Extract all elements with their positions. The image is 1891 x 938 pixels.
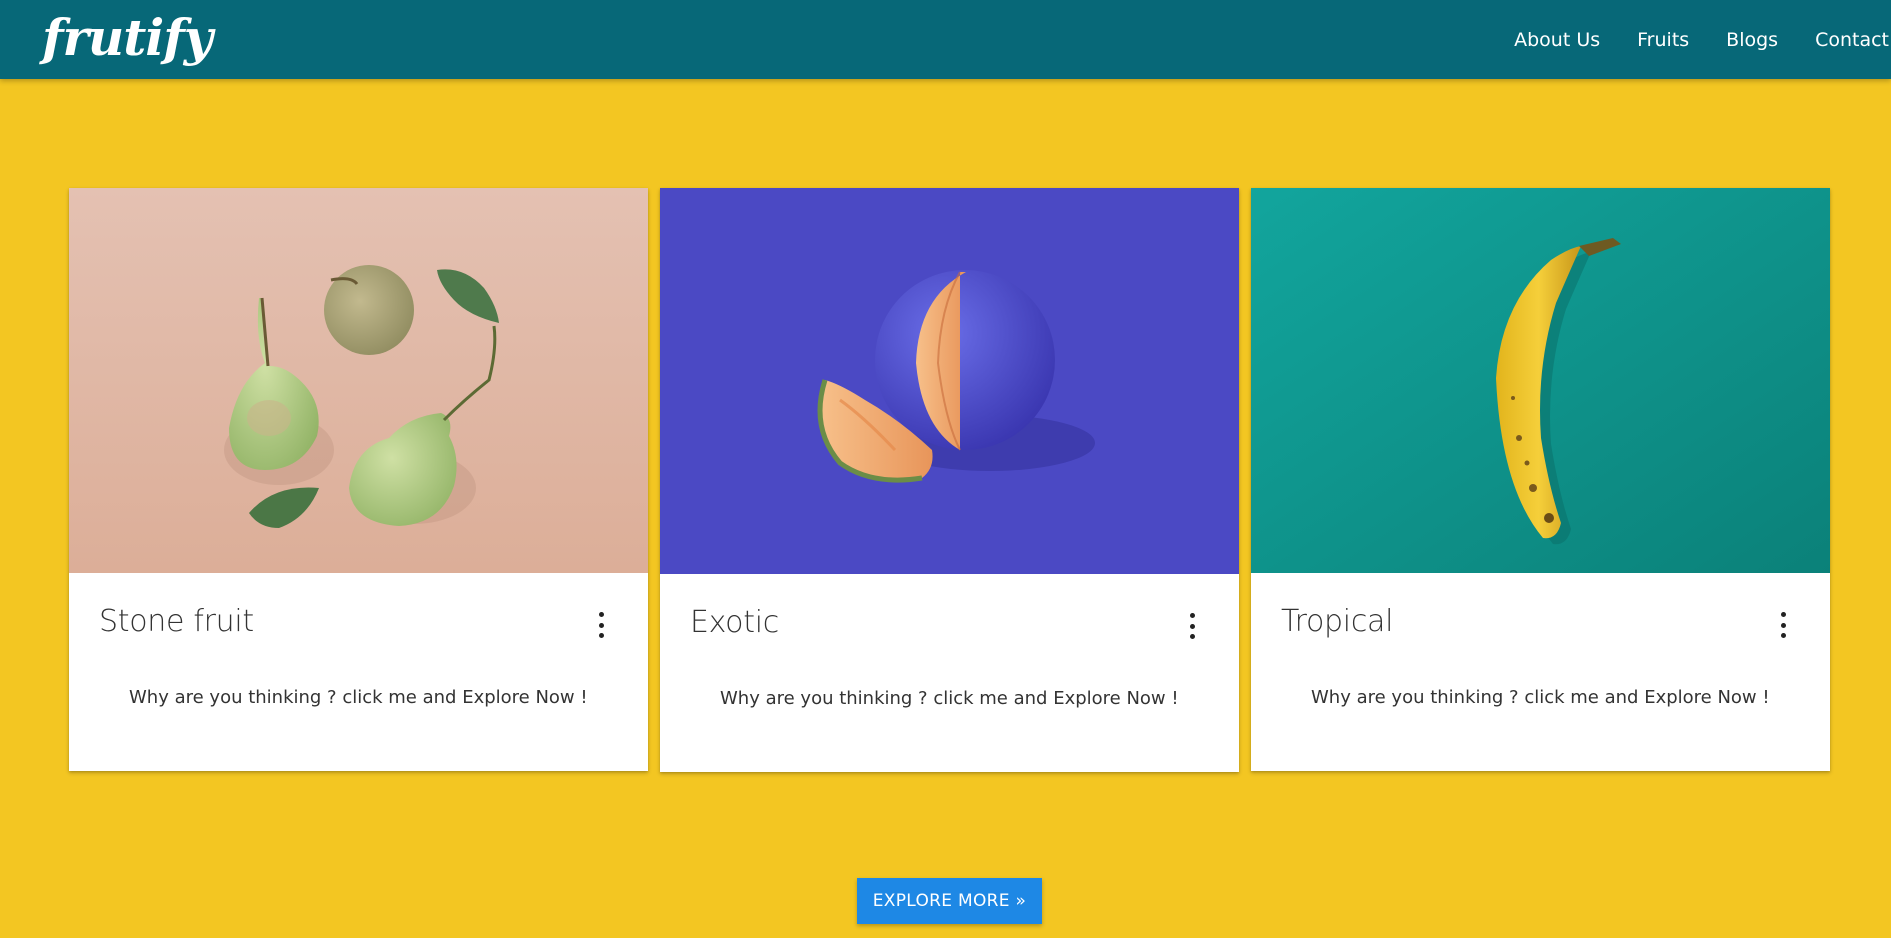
melon-photo[interactable] xyxy=(660,188,1239,574)
more-vert-icon[interactable] xyxy=(1776,612,1790,638)
card-tropical[interactable]: Tropical Why are you thinking ? click me… xyxy=(1251,188,1830,771)
nav-link-fruits[interactable]: Fruits xyxy=(1637,29,1689,51)
brand-logo[interactable]: frutify xyxy=(42,8,213,68)
card-text: Why are you thinking ? click me and Expl… xyxy=(720,688,1179,709)
banana-photo[interactable] xyxy=(1251,188,1830,573)
card-stone-fruit[interactable]: Stone fruit Why are you thinking ? click… xyxy=(69,188,648,771)
nav-link-about-us[interactable]: About Us xyxy=(1514,29,1600,51)
pears-photo[interactable] xyxy=(69,188,648,573)
navbar: frutify About Us Fruits Blogs Contact xyxy=(0,0,1891,79)
card-exotic[interactable]: Exotic Why are you thinking ? click me a… xyxy=(660,188,1239,772)
card-title: Stone fruit xyxy=(99,604,254,639)
card-title: Exotic xyxy=(690,605,779,640)
more-vert-icon[interactable] xyxy=(594,612,608,638)
explore-more-button[interactable]: EXPLORE MORE » xyxy=(857,878,1042,924)
card-title: Tropical xyxy=(1281,604,1394,639)
nav-link-blogs[interactable]: Blogs xyxy=(1726,29,1778,51)
nav-link-contact[interactable]: Contact xyxy=(1815,29,1889,51)
card-text: Why are you thinking ? click me and Expl… xyxy=(129,687,588,708)
nav-links: About Us Fruits Blogs Contact xyxy=(1477,0,1889,79)
card-text: Why are you thinking ? click me and Expl… xyxy=(1311,687,1770,708)
more-vert-icon[interactable] xyxy=(1185,613,1199,639)
